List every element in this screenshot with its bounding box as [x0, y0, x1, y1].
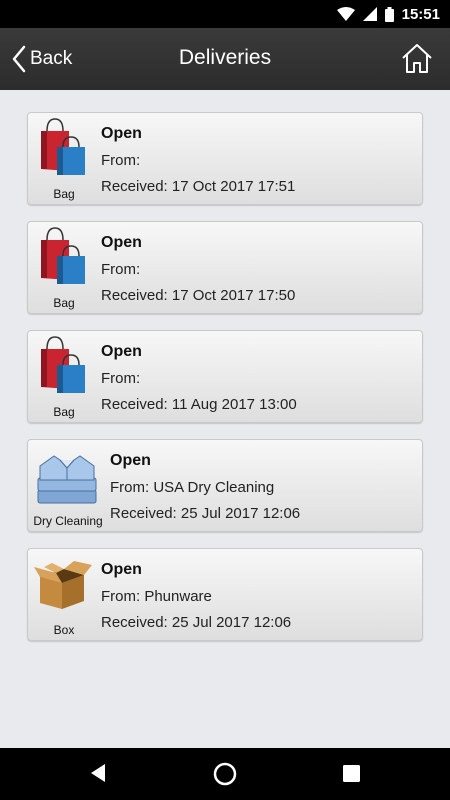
navigation-bar [0, 748, 450, 800]
delivery-from: From: USA Dry Cleaning [110, 479, 275, 496]
delivery-info: Open From: Received: 17 Oct 2017 17:50 [101, 234, 295, 304]
delivery-type-label: Bag [53, 405, 75, 419]
nav-home-button[interactable] [213, 762, 237, 791]
cardboard-box-icon [34, 561, 92, 609]
shopping-bags-icon [41, 336, 85, 393]
delivery-info: Open From: Received: 17 Oct 2017 17:51 [101, 125, 295, 195]
triangle-back-icon [91, 764, 105, 782]
deliveries-list: Bag Open From: Received: 17 Oct 2017 17:… [27, 112, 423, 657]
delivery-status: Open [101, 343, 142, 360]
delivery-from: From: [101, 370, 141, 387]
folded-shirts-icon [37, 455, 97, 504]
delivery-thumbnail: Box [28, 551, 100, 639]
delivery-status: Open [110, 452, 151, 469]
app-header: Back Deliveries [0, 28, 450, 90]
battery-icon [384, 6, 394, 22]
delivery-thumbnail: Bag [28, 333, 100, 421]
delivery-thumbnail: Bag [28, 115, 100, 203]
delivery-card[interactable]: Bag Open From: Received: 17 Oct 2017 17:… [27, 112, 423, 205]
square-recents-icon [343, 765, 360, 782]
delivery-received: Received: 17 Oct 2017 17:51 [101, 178, 296, 195]
delivery-thumbnail: Bag [28, 224, 100, 312]
delivery-card[interactable]: Bag Open From: Received: 11 Aug 2017 13:… [27, 330, 423, 423]
delivery-status: Open [101, 234, 142, 251]
delivery-type-label: Bag [53, 296, 75, 310]
delivery-info: Open From: USA Dry Cleaning Received: 25… [110, 452, 300, 522]
circle-home-icon [213, 762, 237, 786]
delivery-type-label: Bag [53, 187, 75, 201]
delivery-status: Open [101, 125, 142, 142]
delivery-from: From: [101, 261, 141, 278]
delivery-received: Received: 11 Aug 2017 13:00 [101, 396, 297, 413]
status-icons: 15:51 [336, 5, 440, 23]
delivery-info: Open From: Received: 11 Aug 2017 13:00 [101, 343, 297, 413]
delivery-card[interactable]: Box Open From: Phunware Received: 25 Jul… [27, 548, 423, 641]
delivery-status: Open [101, 561, 142, 578]
delivery-from: From: [101, 152, 141, 169]
home-icon [402, 44, 432, 73]
delivery-received: Received: 17 Oct 2017 17:50 [101, 287, 296, 304]
delivery-card[interactable]: Dry Cleaning Open From: USA Dry Cleaning… [27, 439, 423, 532]
delivery-info: Open From: Phunware Received: 25 Jul 201… [101, 561, 291, 631]
status-time: 15:51 [401, 5, 440, 23]
page-title: Deliveries [178, 46, 272, 69]
shopping-bags-icon [41, 227, 85, 284]
delivery-type-label: Box [53, 623, 75, 637]
delivery-received: Received: 25 Jul 2017 12:06 [110, 505, 301, 522]
home-button[interactable] [400, 42, 434, 76]
delivery-from: From: Phunware [101, 588, 212, 605]
wifi-icon [336, 7, 355, 21]
nav-recents-button[interactable] [343, 765, 360, 787]
cellular-signal-icon [362, 7, 377, 21]
delivery-type-label: Dry Cleaning [33, 514, 103, 528]
delivery-received: Received: 25 Jul 2017 12:06 [101, 614, 292, 631]
delivery-thumbnail: Dry Cleaning [28, 442, 108, 530]
shopping-bags-icon [41, 118, 85, 175]
delivery-card[interactable]: Bag Open From: Received: 17 Oct 2017 17:… [27, 221, 423, 314]
status-bar: 15:51 [0, 0, 450, 28]
nav-back-button[interactable] [89, 763, 107, 788]
